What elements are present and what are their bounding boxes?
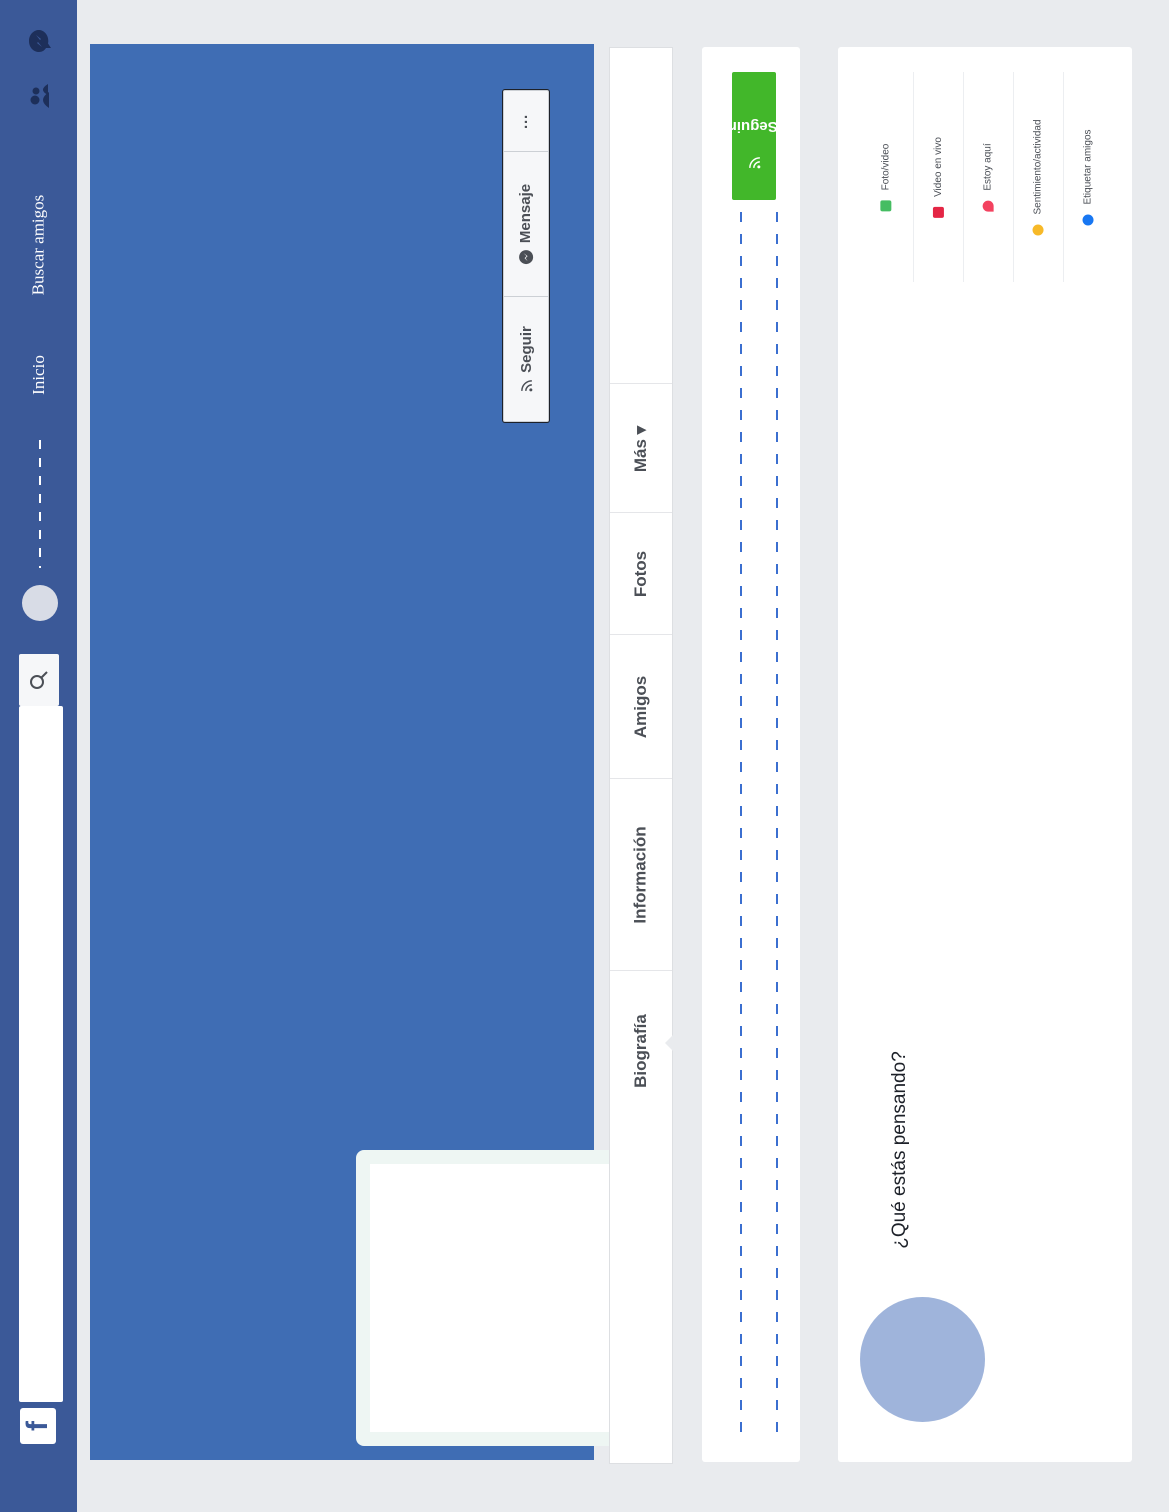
- user-name-placeholder[interactable]: [39, 440, 41, 568]
- photo-icon: [880, 199, 892, 211]
- option-etiquetar-label: Etiquetar amigos: [1082, 128, 1094, 205]
- placeholder-line: [776, 212, 778, 1442]
- location-pin-icon: [982, 200, 994, 212]
- cover-action-group: ··· Mensaje Seguir: [503, 90, 549, 422]
- profile-picture-frame[interactable]: [356, 1150, 652, 1446]
- follow-card: [702, 47, 800, 1462]
- follow-button[interactable]: Seguir: [730, 72, 778, 200]
- facebook-logo[interactable]: f: [20, 1408, 56, 1444]
- option-estoy-label: Estoy aquí: [982, 142, 994, 191]
- follow-button-label: Seguir: [730, 117, 778, 135]
- nav-inicio-label: Inicio: [28, 355, 48, 395]
- composer-avatar: [860, 1297, 985, 1422]
- option-sentimiento[interactable]: Sentimiento/actividad: [1013, 72, 1062, 282]
- active-tab-caret: [665, 1034, 674, 1052]
- nav-buscar-amigos-label: Buscar amigos: [28, 194, 48, 296]
- follow-cover-label: Seguir: [517, 326, 535, 373]
- tab-mas[interactable]: Más ▾: [610, 383, 672, 513]
- option-sentimiento-label: Sentimiento/actividad: [1032, 118, 1044, 215]
- profile-tabs: Biografía Información Amigos Fotos Más ▾: [609, 47, 673, 1464]
- facebook-logo-letter: f: [21, 1421, 54, 1431]
- tag-friends-icon: [1082, 214, 1094, 226]
- friend-requests-icon[interactable]: [24, 80, 56, 112]
- profile-picture: [370, 1164, 638, 1432]
- composer-input[interactable]: ¿Qué estás pensando?: [870, 1020, 930, 1280]
- tab-amigos[interactable]: Amigos: [610, 634, 672, 779]
- composer-prompt-text: ¿Qué estás pensando?: [889, 1051, 910, 1249]
- feeling-icon: [1032, 224, 1044, 236]
- option-etiquetar-amigos[interactable]: Etiquetar amigos: [1063, 72, 1112, 282]
- search-input[interactable]: [19, 706, 63, 1402]
- option-video-en-vivo[interactable]: Video en vivo: [913, 72, 962, 282]
- tab-biografia[interactable]: Biografía: [610, 970, 672, 1131]
- option-foto-label: Foto/video: [880, 143, 892, 190]
- search-button[interactable]: [19, 654, 59, 706]
- rss-icon: [520, 380, 532, 392]
- nav-inicio-link[interactable]: Inicio: [0, 340, 77, 410]
- option-video-label: Video en vivo: [932, 136, 944, 197]
- tab-fotos-label: Fotos: [631, 550, 650, 598]
- tab-mas-label: Más ▾: [630, 425, 650, 472]
- option-estoy-aqui[interactable]: Estoy aquí: [963, 72, 1012, 282]
- message-button[interactable]: Mensaje: [504, 151, 548, 297]
- messenger-icon: [519, 250, 534, 265]
- tab-informacion-label: Información: [631, 826, 651, 924]
- option-foto-video[interactable]: Foto/video: [862, 72, 910, 282]
- nav-buscar-amigos-link[interactable]: Buscar amigos: [0, 170, 77, 320]
- search-icon: [30, 671, 48, 689]
- tab-informacion[interactable]: Información: [610, 778, 672, 971]
- messages-icon[interactable]: [24, 25, 56, 57]
- live-video-icon: [932, 206, 944, 218]
- placeholder-line: [740, 212, 742, 1442]
- follow-cover-button[interactable]: Seguir: [504, 296, 548, 422]
- more-options-label: ···: [517, 113, 535, 129]
- tab-fotos[interactable]: Fotos: [610, 512, 672, 635]
- message-label: Mensaje: [517, 183, 535, 244]
- more-options-button[interactable]: ···: [504, 91, 548, 151]
- tab-amigos-label: Amigos: [631, 675, 650, 739]
- tab-biografia-label: Biografía: [631, 1014, 650, 1088]
- rss-icon: [748, 156, 760, 168]
- user-avatar[interactable]: [22, 585, 58, 621]
